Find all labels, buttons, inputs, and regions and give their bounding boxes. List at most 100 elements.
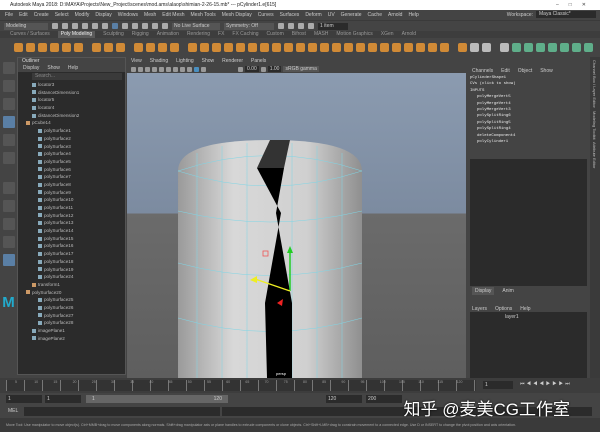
channel-box-menu-edit[interactable]: Edit bbox=[501, 67, 510, 75]
shelf-tab[interactable]: MASH bbox=[314, 31, 328, 38]
input-node[interactable]: polyCylinder1 bbox=[470, 139, 590, 145]
outliner-item[interactable]: polySurface14 bbox=[18, 227, 125, 235]
shelf-tool-icon[interactable] bbox=[416, 42, 425, 52]
lasso-tool-icon[interactable] bbox=[2, 80, 15, 92]
menu-generate[interactable]: Generate bbox=[341, 10, 362, 20]
outliner-item[interactable]: polySurface6 bbox=[18, 166, 125, 174]
shelf-tool-icon[interactable] bbox=[440, 42, 449, 52]
outliner-item[interactable]: polySurface26 bbox=[18, 304, 125, 312]
menu-set-dropdown[interactable]: Modeling bbox=[4, 22, 48, 30]
menu-arnold[interactable]: Arnold bbox=[388, 10, 402, 20]
shelf-tab[interactable]: FX bbox=[218, 31, 224, 38]
rotate-tool-icon[interactable] bbox=[2, 134, 15, 146]
mel-input[interactable] bbox=[24, 407, 220, 416]
camera-icon[interactable] bbox=[131, 66, 136, 72]
shelf-tool-icon[interactable] bbox=[50, 42, 59, 52]
shelf-tool-icon[interactable] bbox=[356, 42, 365, 52]
shelf-tab[interactable]: Rendering bbox=[187, 31, 210, 38]
color-management-dropdown[interactable]: sRGB gamma bbox=[283, 66, 319, 72]
select-component-icon[interactable] bbox=[122, 23, 128, 29]
gamma-field[interactable]: 1.00 bbox=[267, 66, 282, 72]
viewport-menu-renderer[interactable]: Renderer bbox=[222, 57, 243, 65]
hypershade-icon[interactable] bbox=[308, 23, 314, 29]
shelf-tool-icon[interactable] bbox=[236, 42, 245, 52]
menu-select[interactable]: Select bbox=[55, 10, 69, 20]
shelf-tool-icon[interactable] bbox=[512, 42, 521, 52]
wireframe-icon[interactable] bbox=[159, 66, 164, 72]
shelf-tab[interactable]: Sculpting bbox=[103, 31, 124, 38]
outliner-item[interactable]: polySurface5 bbox=[18, 158, 125, 166]
menu-deform[interactable]: Deform bbox=[305, 10, 321, 20]
tab-anim[interactable]: Anim bbox=[502, 287, 513, 295]
shelf-tool-icon[interactable] bbox=[584, 42, 593, 52]
shelf-tool-icon[interactable] bbox=[92, 42, 101, 52]
outliner-item[interactable]: polySurface27 bbox=[18, 312, 125, 320]
outliner-item[interactable]: polySurface28 bbox=[18, 319, 125, 327]
shelf-tool-icon[interactable] bbox=[458, 42, 467, 52]
exposure-icon[interactable] bbox=[238, 66, 243, 72]
playback-end-field[interactable]: 120 bbox=[326, 395, 362, 403]
outliner-menu-item[interactable]: Show bbox=[47, 65, 60, 72]
shelf-tab[interactable]: Rigging bbox=[132, 31, 149, 38]
shelf-tool-icon[interactable] bbox=[482, 42, 491, 52]
outliner-item[interactable]: polySurface8 bbox=[18, 181, 125, 189]
outliner-item[interactable]: polySurface19 bbox=[18, 266, 125, 274]
shelf-tool-icon[interactable] bbox=[62, 42, 71, 52]
viewport-menu-view[interactable]: View bbox=[131, 57, 142, 65]
start-time-field[interactable]: 1 bbox=[6, 395, 42, 403]
scale-tool-icon[interactable] bbox=[2, 152, 15, 164]
render-icon[interactable] bbox=[278, 23, 284, 29]
timeline-ticks[interactable]: 5 10 15 20 25 30 35 40 45 50 55 60 65 70 75 80 85 90 95 100… bbox=[6, 380, 476, 391]
shelf-tool-icon[interactable] bbox=[170, 42, 179, 52]
outliner-item[interactable]: polySurface3 bbox=[18, 143, 125, 151]
shelf-tool-icon[interactable] bbox=[296, 42, 305, 52]
shelf-tool-icon[interactable] bbox=[548, 42, 557, 52]
outliner-item[interactable]: distanceDimension2 bbox=[18, 112, 125, 120]
menu-edit[interactable]: Edit bbox=[19, 10, 28, 20]
shelf-tool-icon[interactable] bbox=[536, 42, 545, 52]
isolate-icon[interactable] bbox=[201, 66, 206, 72]
menu-help[interactable]: Help bbox=[408, 10, 418, 20]
outliner-item[interactable]: locator3 bbox=[18, 81, 125, 89]
outliner-item[interactable]: polySurface11 bbox=[18, 204, 125, 212]
render-settings-icon[interactable] bbox=[298, 23, 304, 29]
shelf-tool-icon[interactable] bbox=[404, 42, 413, 52]
outliner-item[interactable]: polySurface20 bbox=[18, 289, 125, 297]
range-bar[interactable]: 1 120 bbox=[86, 395, 228, 403]
end-time-field[interactable]: 200 bbox=[366, 395, 402, 403]
outliner-item[interactable]: polySurface9 bbox=[18, 189, 125, 197]
shelf-tool-icon[interactable] bbox=[368, 42, 377, 52]
lights-icon[interactable] bbox=[180, 66, 185, 72]
shelf-tool-icon[interactable] bbox=[200, 42, 209, 52]
shelf-tool-icon[interactable] bbox=[308, 42, 317, 52]
outliner-search[interactable]: Search... bbox=[32, 73, 122, 80]
redo-icon[interactable] bbox=[92, 23, 98, 29]
shelf-tool-icon[interactable] bbox=[188, 42, 197, 52]
3d-scene[interactable]: persp bbox=[127, 73, 466, 378]
window-controls[interactable]: –□✕ bbox=[556, 0, 596, 10]
outliner-item[interactable]: polySurface12 bbox=[18, 212, 125, 220]
shelf-tool-icon[interactable] bbox=[428, 42, 437, 52]
shelf-tab[interactable]: Animation bbox=[157, 31, 179, 38]
shelf-tab[interactable]: Arnold bbox=[402, 31, 416, 38]
menu-surfaces[interactable]: Surfaces bbox=[280, 10, 300, 20]
outliner-item[interactable]: polySurface1 bbox=[18, 127, 125, 135]
select-tool-icon[interactable] bbox=[2, 62, 15, 74]
shelf-tool-icon[interactable] bbox=[212, 42, 221, 52]
menu-mesh-display[interactable]: Mesh Display bbox=[222, 10, 252, 20]
image-plane-icon[interactable] bbox=[145, 66, 150, 72]
grid-icon[interactable] bbox=[152, 66, 157, 72]
outliner-item[interactable]: distanceDimension1 bbox=[18, 89, 125, 97]
shelf-tab[interactable]: Motion Graphics bbox=[336, 31, 372, 38]
viewport-menu-lighting[interactable]: Lighting bbox=[176, 57, 194, 65]
shelf-tool-icon[interactable] bbox=[344, 42, 353, 52]
outliner-menu-item[interactable]: Help bbox=[68, 65, 78, 72]
shelf-tab[interactable]: Curves / Surfaces bbox=[10, 31, 50, 38]
tab-modeling-toolkit[interactable]: Modeling Toolkit bbox=[592, 111, 597, 140]
select-object-icon[interactable] bbox=[112, 23, 118, 29]
menu-modify[interactable]: Modify bbox=[75, 10, 90, 20]
xray-icon[interactable] bbox=[194, 66, 199, 72]
shelf-tool-icon[interactable] bbox=[224, 42, 233, 52]
two-pane-icon[interactable] bbox=[2, 236, 15, 248]
four-pane-icon[interactable] bbox=[2, 218, 15, 230]
